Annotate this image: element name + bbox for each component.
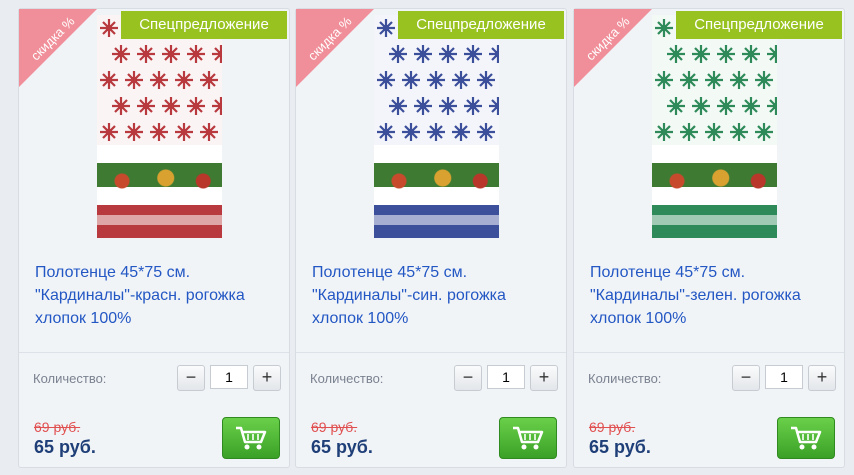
- quantity-stepper: − 1 +: [177, 365, 281, 391]
- plus-icon: +: [261, 367, 273, 387]
- plus-icon: +: [816, 367, 828, 387]
- increase-button[interactable]: +: [253, 365, 281, 391]
- product-title-link[interactable]: Полотенце 45*75 см. "Кардиналы"-зелен. р…: [590, 261, 836, 330]
- christmas-garland: [97, 145, 222, 205]
- quantity-input[interactable]: 1: [487, 365, 525, 389]
- minus-icon: −: [740, 367, 752, 387]
- shopping-cart-icon: [791, 426, 822, 450]
- quantity-input[interactable]: 1: [765, 365, 803, 389]
- quantity-label: Количество:: [33, 371, 107, 386]
- product-card: скидка % Спецпредложение Полотенце 45*75…: [295, 8, 567, 468]
- product-card: скидка % Спецпредложение Полотенце 45*75…: [18, 8, 290, 468]
- towel-border: [374, 205, 499, 238]
- quantity-label: Количество:: [310, 371, 384, 386]
- add-to-cart-button[interactable]: [777, 417, 835, 459]
- christmas-garland: [652, 145, 777, 205]
- special-offer-badge: Спецпредложение: [121, 11, 287, 39]
- old-price: 69 руб.: [311, 419, 358, 435]
- product-image[interactable]: [374, 15, 499, 238]
- shopping-cart-icon: [513, 426, 544, 450]
- special-offer-badge: Спецпредложение: [676, 11, 842, 39]
- decrease-button[interactable]: −: [177, 365, 205, 391]
- add-to-cart-button[interactable]: [499, 417, 557, 459]
- minus-icon: −: [462, 367, 474, 387]
- add-to-cart-button[interactable]: [222, 417, 280, 459]
- old-price: 69 руб.: [34, 419, 81, 435]
- product-image[interactable]: [97, 15, 222, 238]
- increase-button[interactable]: +: [808, 365, 836, 391]
- towel-border: [652, 205, 777, 238]
- decrease-button[interactable]: −: [732, 365, 760, 391]
- product-image[interactable]: [652, 15, 777, 238]
- current-price: 65 руб.: [34, 437, 96, 457]
- product-card: скидка % Спецпредложение Полотенце 45*75…: [573, 8, 845, 468]
- product-title-link[interactable]: Полотенце 45*75 см. "Кардиналы"-син. рог…: [312, 261, 558, 330]
- current-price: 65 руб.: [311, 437, 373, 457]
- shopping-cart-icon: [236, 426, 267, 450]
- plus-icon: +: [538, 367, 550, 387]
- quantity-input[interactable]: 1: [210, 365, 248, 389]
- minus-icon: −: [185, 367, 197, 387]
- quantity-label: Количество:: [588, 371, 662, 386]
- divider: [296, 352, 566, 353]
- increase-button[interactable]: +: [530, 365, 558, 391]
- old-price: 69 руб.: [589, 419, 636, 435]
- product-title-link[interactable]: Полотенце 45*75 см. "Кардиналы"-красн. р…: [35, 261, 281, 330]
- towel-border: [97, 205, 222, 238]
- christmas-garland: [374, 145, 499, 205]
- current-price: 65 руб.: [589, 437, 651, 457]
- quantity-stepper: − 1 +: [454, 365, 558, 391]
- divider: [574, 352, 844, 353]
- quantity-stepper: − 1 +: [732, 365, 836, 391]
- divider: [19, 352, 289, 353]
- decrease-button[interactable]: −: [454, 365, 482, 391]
- special-offer-badge: Спецпредложение: [398, 11, 564, 39]
